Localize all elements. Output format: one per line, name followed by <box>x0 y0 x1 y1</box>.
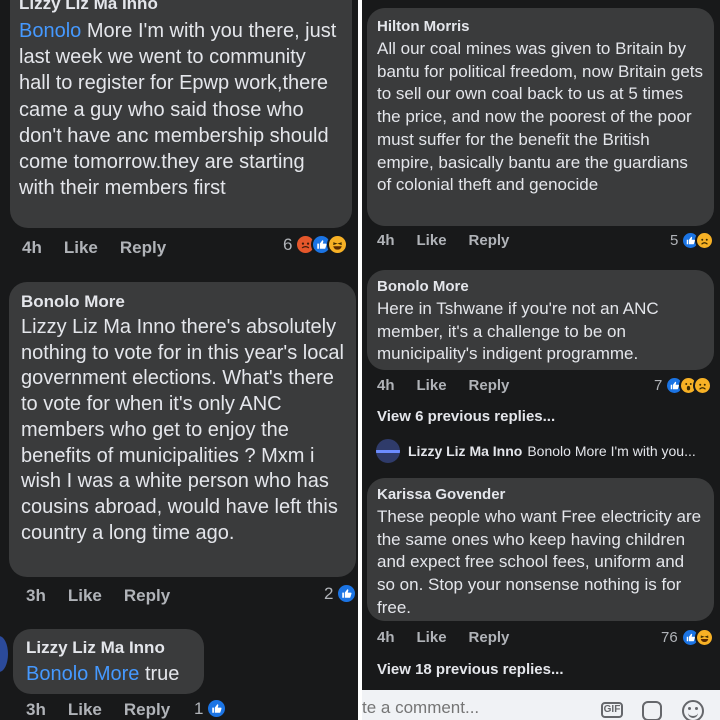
comment-time: 4h <box>377 629 395 646</box>
reaction-summary[interactable]: 1 <box>194 698 228 719</box>
avatar[interactable] <box>0 636 8 672</box>
comment-bubble: Lizzy Liz Ma Inno Bonolo More true <box>13 629 204 694</box>
comment-bubble: Bonolo More Lizzy Liz Ma Inno there's ab… <box>9 282 356 577</box>
view-previous-replies-link[interactable]: View 6 previous replies... <box>377 408 555 425</box>
reply-button[interactable]: Reply <box>469 377 510 394</box>
comment-input[interactable] <box>362 696 592 720</box>
comment-actions: 3h Like Reply <box>26 586 192 606</box>
comment-time: 4h <box>377 232 395 249</box>
reply-button[interactable]: Reply <box>469 232 510 249</box>
reply-button[interactable]: Reply <box>469 629 510 646</box>
mention-link[interactable]: Bonolo More <box>26 663 139 685</box>
comment-text: Bonolo More true <box>26 663 180 685</box>
reply-author: Lizzy Liz Ma Inno <box>408 443 523 459</box>
reply-button[interactable]: Reply <box>124 586 170 606</box>
comment-time: 4h <box>377 377 395 394</box>
comment-composer: GIF <box>362 690 720 720</box>
like-button[interactable]: Like <box>68 586 102 606</box>
divider <box>358 0 362 720</box>
like-button[interactable]: Like <box>417 232 447 249</box>
comment-author[interactable]: Bonolo More <box>377 278 704 296</box>
right-comments-panel: Hilton Morris All our coal mines was giv… <box>362 0 720 720</box>
reaction-count: 76 <box>661 629 678 646</box>
comment-text: These people who want Free electricity a… <box>377 507 702 617</box>
like-button[interactable]: Like <box>417 377 447 394</box>
left-comments-panel: Lizzy Liz Ma Inno Bonolo More I'm with y… <box>0 0 358 720</box>
comment-author[interactable]: Hilton Morris <box>377 18 704 36</box>
like-icon <box>206 698 228 719</box>
emoji-icon[interactable] <box>682 700 704 720</box>
reaction-count: 2 <box>324 583 334 603</box>
mention-link[interactable]: Bonolo <box>19 20 81 42</box>
reaction-count: 5 <box>670 232 679 249</box>
comment-bubble: Hilton Morris All our coal mines was giv… <box>367 8 714 226</box>
comment-actions: 4h Like Reply <box>377 232 531 249</box>
reaction-count: 6 <box>283 234 293 254</box>
comment-actions: 4h Like Reply <box>377 629 531 646</box>
comment-actions: 3h Like Reply <box>26 700 192 720</box>
comment-actions: 4h Like Reply <box>377 377 531 394</box>
like-button[interactable]: Like <box>68 700 102 720</box>
haha-icon <box>327 234 349 255</box>
comment-text: All our coal mines was given to Britain … <box>377 39 704 195</box>
gif-icon[interactable]: GIF <box>601 702 623 718</box>
comment-time: 3h <box>26 586 46 605</box>
reply-snippet: Bonolo More I'm with you... <box>527 443 696 459</box>
comment-bubble: Lizzy Liz Ma Inno Bonolo More I'm with y… <box>10 0 352 228</box>
reaction-summary[interactable]: 2 <box>324 583 358 604</box>
haha-icon <box>694 628 714 647</box>
like-button[interactable]: Like <box>64 238 98 258</box>
reaction-count: 7 <box>654 377 663 394</box>
comment-author[interactable]: Lizzy Liz Ma Inno <box>19 0 340 14</box>
comment-author[interactable]: Bonolo More <box>21 292 344 312</box>
comment-bubble: Bonolo More Here in Tshwane if you're no… <box>367 270 714 370</box>
comment-bubble: Karissa Govender These people who want F… <box>367 478 714 621</box>
comment-actions: 4h Like Reply <box>22 238 188 258</box>
reply-preview[interactable]: Lizzy Liz Ma Inno Bonolo More I'm with y… <box>376 439 716 463</box>
comment-text: Lizzy Liz Ma Inno there's absolutely not… <box>21 316 344 544</box>
sad-icon <box>693 376 713 395</box>
reply-button[interactable]: Reply <box>120 238 166 258</box>
like-button[interactable]: Like <box>417 629 447 646</box>
comment-text: Bonolo More I'm with you there, just las… <box>19 20 337 200</box>
like-icon <box>336 583 358 604</box>
comment-time: 4h <box>22 238 42 257</box>
reaction-summary[interactable]: 7 <box>654 376 713 395</box>
reply-button[interactable]: Reply <box>124 700 170 720</box>
reaction-summary[interactable]: 5 <box>670 231 715 250</box>
reaction-summary[interactable]: 76 <box>661 628 714 647</box>
comment-author[interactable]: Karissa Govender <box>377 486 704 504</box>
reaction-summary[interactable]: 6 <box>283 234 349 255</box>
sticker-icon[interactable] <box>642 701 662 720</box>
view-previous-replies-link[interactable]: View 18 previous replies... <box>377 661 563 678</box>
comment-author[interactable]: Lizzy Liz Ma Inno <box>26 638 192 658</box>
sad-icon <box>695 231 715 250</box>
comment-text: Here in Tshwane if you're not an ANC mem… <box>377 299 659 364</box>
reaction-count: 1 <box>194 698 204 718</box>
comment-time: 3h <box>26 700 46 719</box>
avatar <box>376 439 400 463</box>
